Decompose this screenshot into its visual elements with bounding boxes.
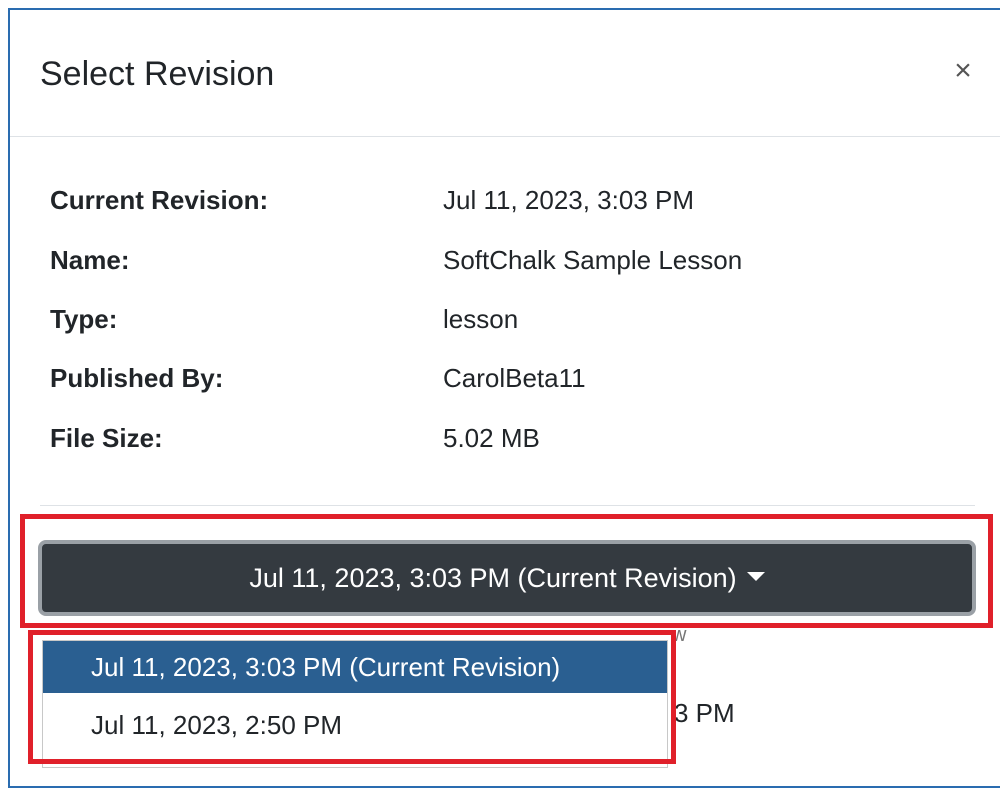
published-by-value: CarolBeta11 <box>443 363 586 393</box>
options-highlight-box <box>28 630 676 764</box>
type-value: lesson <box>443 304 519 334</box>
current-revision-label: Current Revision: <box>50 185 269 215</box>
close-button[interactable]: × <box>948 56 978 86</box>
select-revision-dialog: Select Revision × Current Revision: Jul … <box>8 8 1000 788</box>
info-row-file-size: File Size: 5.02 MB <box>50 418 950 458</box>
info-row-name: Name: SoftChalk Sample Lesson <box>50 240 950 280</box>
info-row-type: Type: lesson <box>50 299 950 339</box>
type-label: Type: <box>50 304 118 334</box>
dialog-header: Select Revision × <box>10 10 1000 137</box>
section-divider <box>40 505 975 506</box>
dropdown-highlight-box <box>20 514 993 628</box>
dialog-title: Select Revision <box>40 55 275 93</box>
obscured-revision-fragment: 3 PM <box>674 698 735 728</box>
published-by-label: Published By: <box>50 363 224 393</box>
info-row-current-revision: Current Revision: Jul 11, 2023, 3:03 PM <box>50 180 950 220</box>
file-size-label: File Size: <box>50 423 163 453</box>
info-row-published-by: Published By: CarolBeta11 <box>50 358 950 398</box>
current-revision-value: Jul 11, 2023, 3:03 PM <box>443 185 695 215</box>
name-value: SoftChalk Sample Lesson <box>443 245 743 275</box>
file-size-value: 5.02 MB <box>443 423 540 453</box>
name-label: Name: <box>50 245 130 275</box>
